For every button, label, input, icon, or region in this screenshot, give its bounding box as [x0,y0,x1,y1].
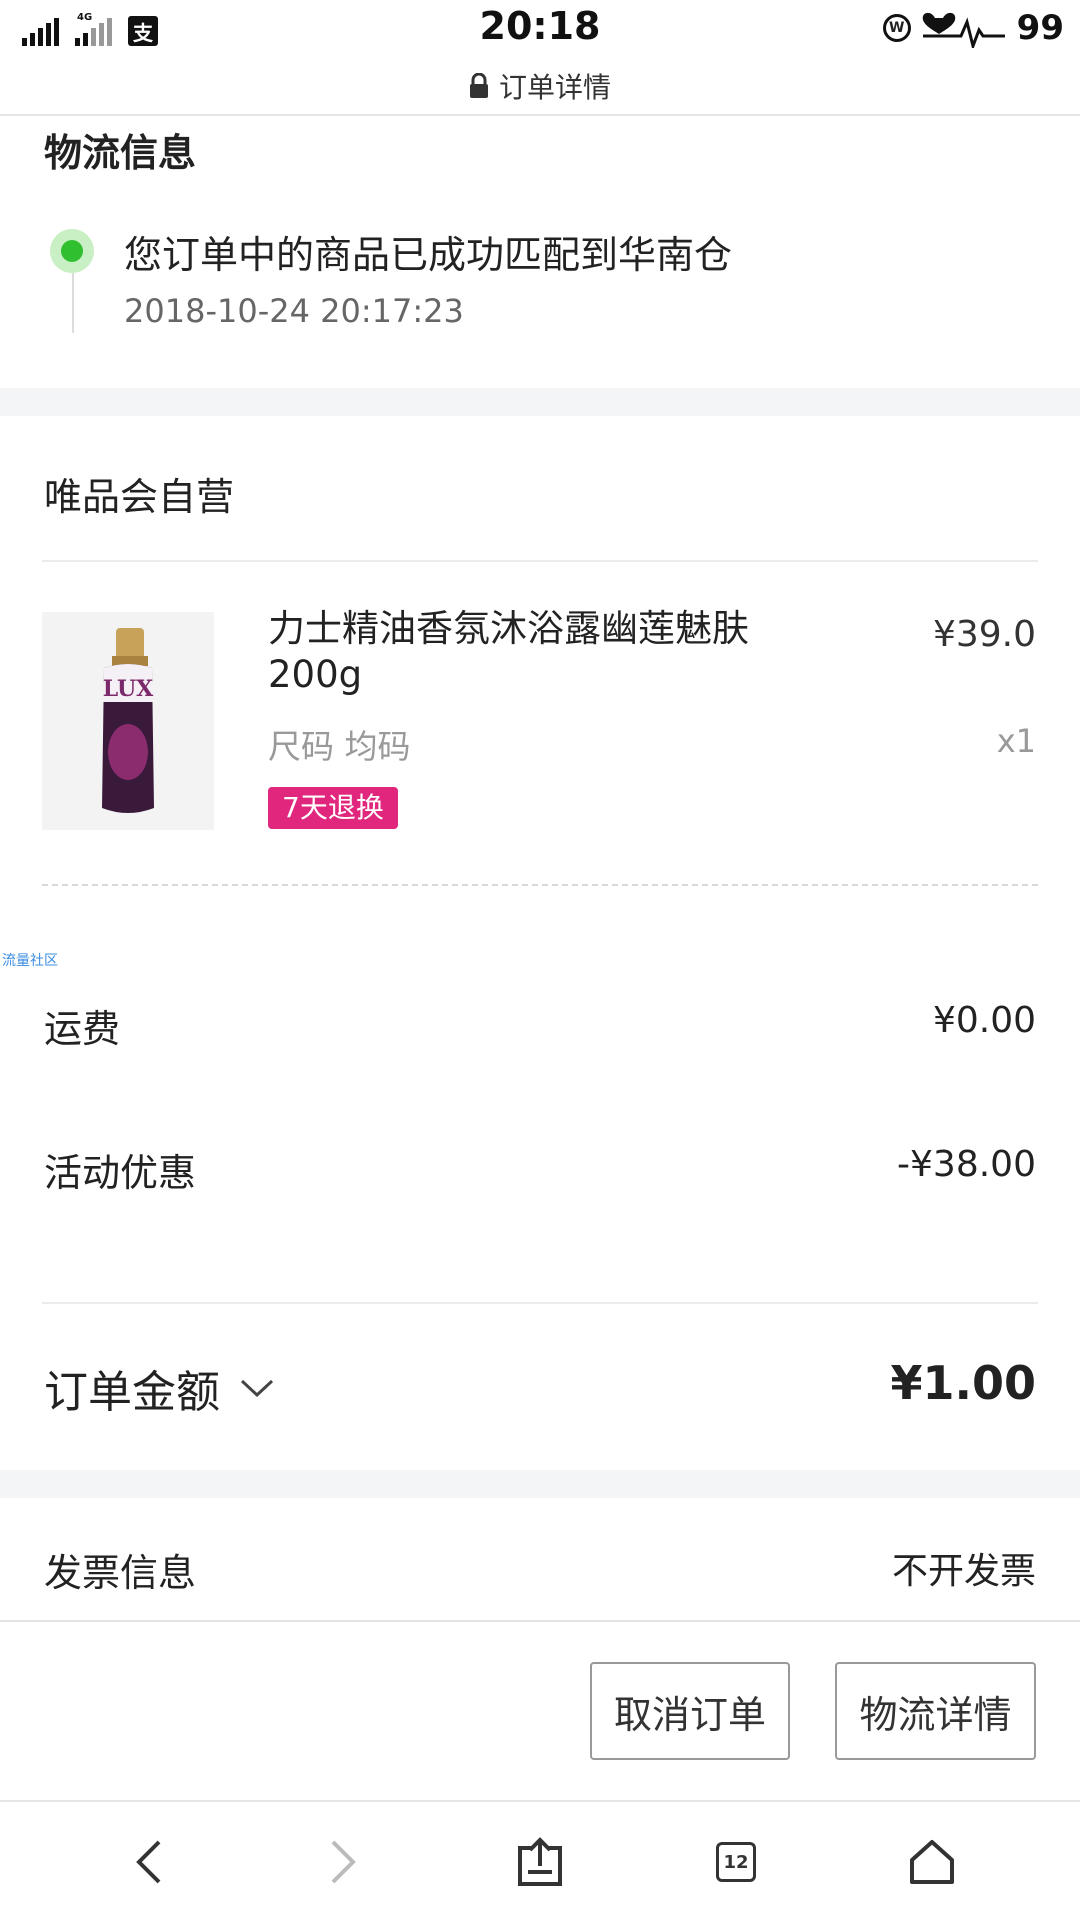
divider [0,1620,1080,1622]
invoice-value[interactable]: 不开发票 [892,1542,1036,1594]
url-bar[interactable]: 订单详情 [0,58,1080,116]
order-total-label: 订单金额 [44,1367,220,1418]
status-right: W 99 [882,6,1064,50]
watermark: 流量社区 [2,953,58,969]
divider [42,560,1038,562]
discount-value: -¥38.00 [897,1144,1036,1185]
section-divider [0,388,1080,416]
chevron-down-icon [240,1379,274,1398]
page-title: 订单详情 [498,71,611,104]
tabs-button[interactable]: 12 [696,1822,776,1902]
timeline-line [72,273,74,333]
timeline-status-dot [50,229,94,273]
battery-level: 99 [1016,8,1064,48]
section-divider [0,1470,1080,1498]
status-bar: 4G 支 20:18 W 99 [0,0,1080,58]
product-price: ¥39.0 [932,614,1036,655]
product-image[interactable]: LUX [42,612,214,830]
shipping-label: 运费 [44,1007,121,1051]
logistics-timestamp: 2018-10-24 20:17:23 [124,292,464,330]
store-name[interactable]: 唯品会自营 [44,466,234,521]
invoice-label: 发票信息 [44,1551,197,1595]
product-spec: 尺码 均码 [268,727,411,766]
return-policy-badge: 7天退换 [268,787,398,829]
tabs-count: 12 [716,1842,756,1882]
order-total-value: ¥1.00 [890,1356,1036,1410]
lux-bottle-image: LUX [42,612,214,830]
lock-icon [469,73,488,98]
share-icon [518,1837,562,1886]
product-quantity: x1 [996,722,1036,760]
shipping-value: ¥0.00 [932,1000,1036,1041]
forward-arrow-icon [331,1840,356,1884]
forward-button[interactable] [304,1822,384,1902]
order-total-toggle[interactable]: 订单金额 [44,1356,274,1420]
browser-toolbar: 12 [0,1800,1080,1920]
product-title[interactable]: 力士精油香氛沐浴露幽莲魅肤200g [268,606,828,698]
back-button[interactable] [108,1822,188,1902]
share-button[interactable] [500,1822,580,1902]
vw-logo-icon: W [882,14,911,42]
divider [42,1302,1038,1304]
home-icon [910,1840,954,1884]
product-image-brand: LUX [103,676,154,702]
home-button[interactable] [892,1822,972,1902]
cancel-order-button[interactable]: 取消订单 [590,1662,790,1760]
logistics-section-title: 物流信息 [44,131,197,175]
back-arrow-icon [136,1840,161,1884]
dashed-divider [42,884,1038,886]
discount-label: 活动优惠 [44,1151,197,1195]
heartbeat-icon [922,12,1005,48]
logistics-message[interactable]: 您订单中的商品已成功匹配到华南仓 [124,224,732,279]
logistics-details-button[interactable]: 物流详情 [835,1662,1036,1760]
